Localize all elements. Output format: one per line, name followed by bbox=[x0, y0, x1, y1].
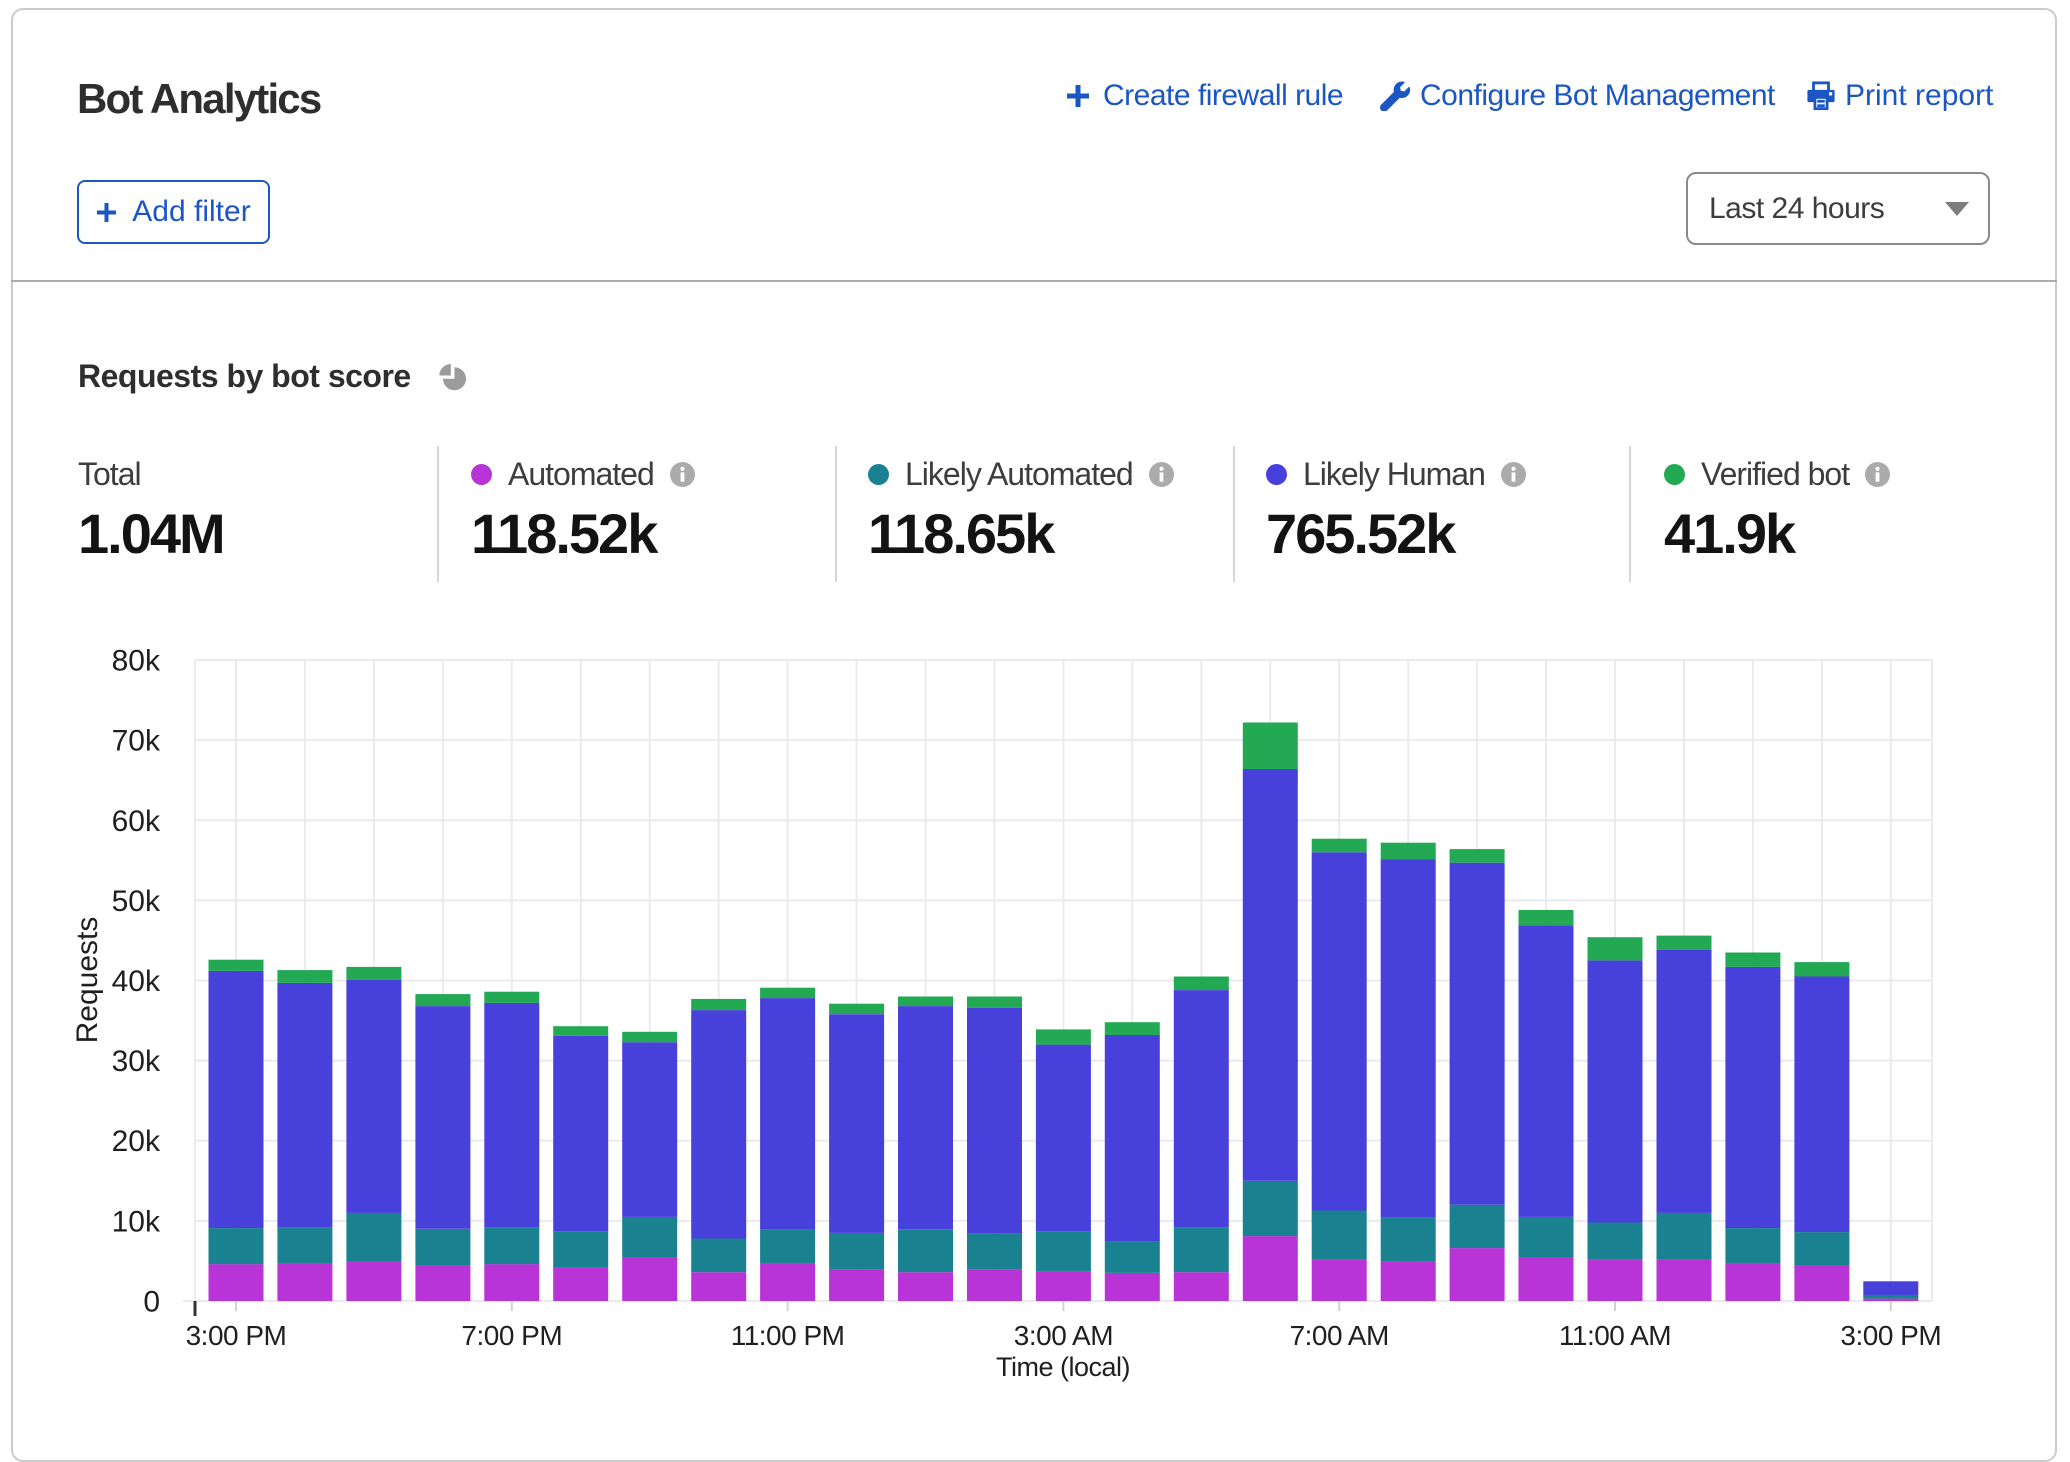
svg-text:30k: 30k bbox=[112, 1045, 161, 1078]
svg-text:Time (local): Time (local) bbox=[996, 1352, 1130, 1382]
svg-text:7:00 PM: 7:00 PM bbox=[461, 1320, 562, 1351]
svg-text:11:00 PM: 11:00 PM bbox=[731, 1320, 845, 1351]
svg-text:80k: 80k bbox=[112, 645, 161, 678]
svg-text:60k: 60k bbox=[112, 805, 161, 838]
svg-text:3:00 PM: 3:00 PM bbox=[186, 1320, 287, 1351]
svg-text:70k: 70k bbox=[112, 725, 161, 758]
svg-text:3:00 AM: 3:00 AM bbox=[1014, 1320, 1113, 1351]
svg-text:40k: 40k bbox=[112, 965, 161, 998]
svg-text:0: 0 bbox=[143, 1286, 160, 1319]
svg-text:Requests: Requests bbox=[71, 917, 104, 1044]
svg-text:3:00 PM: 3:00 PM bbox=[1840, 1320, 1941, 1351]
svg-text:11:00 AM: 11:00 AM bbox=[1559, 1320, 1671, 1351]
svg-text:7:00 AM: 7:00 AM bbox=[1290, 1320, 1389, 1351]
svg-text:50k: 50k bbox=[112, 885, 161, 918]
svg-text:10k: 10k bbox=[112, 1205, 161, 1238]
svg-text:20k: 20k bbox=[112, 1125, 161, 1158]
